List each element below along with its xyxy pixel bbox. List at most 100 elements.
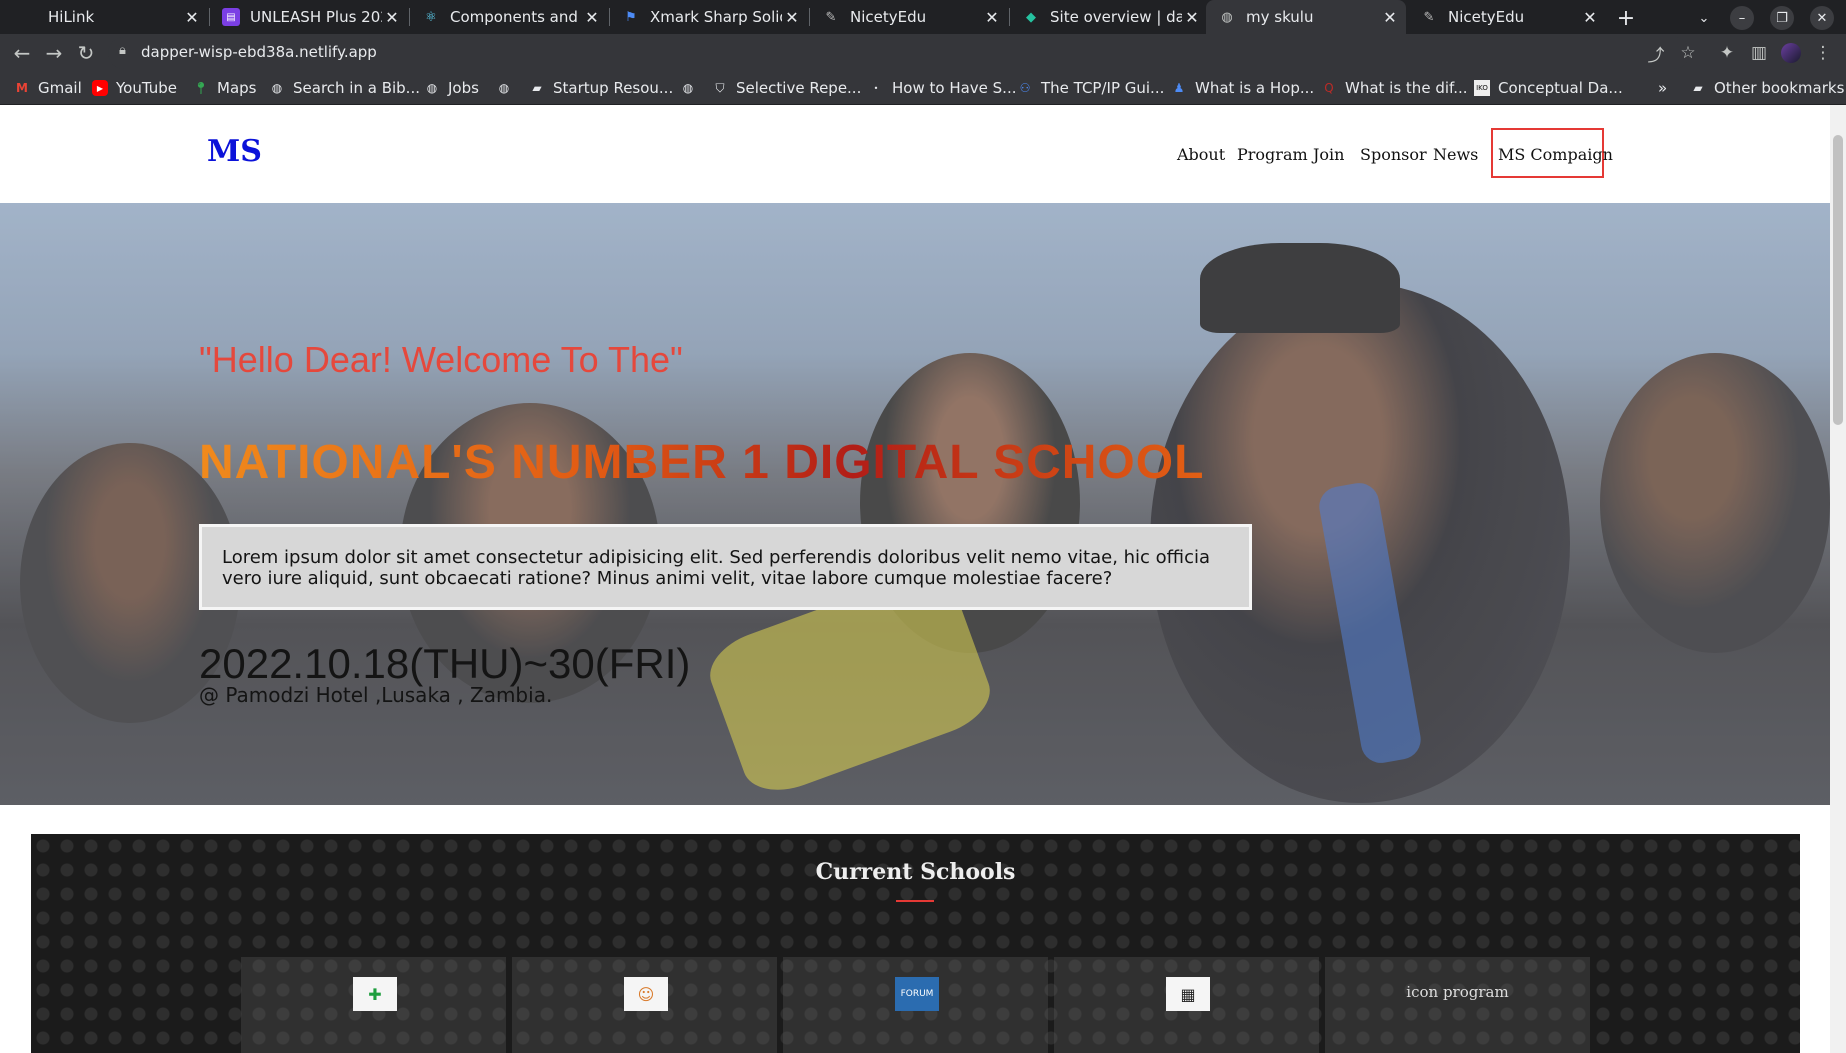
scrollbar-thumb[interactable] (1833, 135, 1843, 425)
forward-icon[interactable]: → (40, 39, 68, 67)
bookmark-item[interactable]: IKO Conceptual Da... (1474, 77, 1623, 99)
browser-tab[interactable]: ▤ UNLEASH Plus 2023 ✕ (210, 0, 408, 34)
menu-icon[interactable]: ⋮ (1810, 40, 1836, 66)
tab-title: HiLink (48, 8, 95, 26)
folder-icon: ▰ (1693, 81, 1703, 95)
avatar[interactable] (1778, 40, 1804, 66)
bookmark-item[interactable]: M Gmail (14, 77, 82, 99)
nav-about[interactable]: About (1177, 145, 1225, 164)
hero-title: NATIONAL'S NUMBER 1 DIGITAL SCHOOL (199, 436, 1205, 489)
url-text[interactable]: dapper-wisp-ebd38a.netlify.app (141, 43, 377, 61)
nav-program[interactable]: Program (1237, 145, 1308, 164)
bookmarks-bar: M Gmail ▶ YouTube 📍︎ Maps ◍ Search in a Bib.… (0, 72, 1846, 105)
browser-tab[interactable]: ✎ NicetyEdu ✕ (1408, 0, 1606, 34)
page-scrollbar[interactable] (1830, 105, 1846, 1053)
tab-title: NicetyEdu (850, 8, 927, 26)
purple-square-icon: ▤ (222, 8, 240, 26)
tab-title: UNLEASH Plus 2023 (250, 8, 382, 26)
quora-icon: Q (1324, 81, 1334, 95)
hero-greeting: "Hello Dear! Welcome To The" (199, 339, 683, 380)
close-icon[interactable]: ✕ (582, 8, 602, 27)
bookmark-label: Other bookmarks (1714, 79, 1845, 97)
nav-join[interactable]: Join (1313, 145, 1344, 164)
netlify-icon: ◆ (1026, 9, 1036, 25)
maps-icon: 📍︎ (193, 81, 209, 95)
close-icon[interactable]: ✕ (1580, 8, 1600, 27)
current-schools-section: Current Schools ✚ ☺ FORUM ▦ icon program (31, 834, 1800, 1053)
bookmark-label: What is a Hop... (1195, 79, 1315, 97)
school-card[interactable]: ▦ (1054, 957, 1319, 1053)
browser-tab[interactable]: ⚛ Components and Pr ✕ (410, 0, 608, 34)
new-tab-icon[interactable]: + (1614, 6, 1638, 31)
quill-icon: ✎ (1423, 9, 1435, 25)
side-panel-icon[interactable]: ▥ (1746, 40, 1772, 66)
bookmark-item[interactable]: ♟ What is a Hop... (1171, 77, 1315, 99)
close-icon[interactable]: ✕ (782, 8, 802, 27)
tab-title: my skulu (1246, 8, 1314, 26)
close-icon[interactable]: ✕ (382, 8, 402, 27)
close-icon[interactable]: ✕ (182, 8, 202, 27)
close-window-icon[interactable]: ✕ (1810, 6, 1834, 30)
bookmark-item[interactable]: ◍ (680, 77, 704, 99)
back-icon[interactable]: ← (8, 39, 36, 67)
bookmark-item[interactable]: ◍ (496, 77, 520, 99)
bookmark-item[interactable]: Q What is the dif... (1321, 77, 1468, 99)
bookmark-item[interactable]: ⚇ The TCP/IP Gui... (1017, 77, 1165, 99)
nav-sponsor[interactable]: Sponsor (1360, 145, 1427, 164)
close-icon[interactable]: ✕ (982, 8, 1002, 27)
bookmark-item[interactable]: 📍︎ Maps (193, 77, 256, 99)
lock-icon: 🔒︎ (119, 43, 126, 58)
bookmark-label: Search in a Bib... (293, 79, 420, 97)
other-bookmarks[interactable]: ▰ Other bookmarks (1690, 77, 1844, 99)
browser-tab[interactable]: ⚑ Xmark Sharp Solid I ✕ (610, 0, 808, 34)
globe-icon: ◍ (1221, 9, 1233, 25)
browser-tab[interactable]: HiLink ✕ (8, 0, 208, 34)
bookmark-item[interactable]: ▰ Startup Resou... (529, 77, 673, 99)
close-icon[interactable]: ✕ (1182, 8, 1202, 27)
bookmark-label: YouTube (116, 79, 177, 97)
bookmark-item[interactable]: ⛉ Selective Repe... (712, 77, 861, 99)
browser-toolbar: ← → ↻ 🔒︎ dapper-wisp-ebd38a.netlify.app … (0, 34, 1846, 72)
hero-venue: @ Pamodzi Hotel ,Lusaka , Zambia. (199, 683, 553, 707)
youtube-icon: ▶ (92, 80, 108, 96)
network-icon: ⚇ (1019, 81, 1031, 95)
hero-section: "Hello Dear! Welcome To The" NATIONAL'S … (0, 203, 1830, 805)
bookmark-label: The TCP/IP Gui... (1041, 79, 1165, 97)
close-icon[interactable]: ✕ (1380, 8, 1400, 27)
browser-tab-active[interactable]: ◍ my skulu ✕ (1206, 0, 1406, 34)
share-icon[interactable]: ⤴ (1643, 40, 1669, 66)
section-title-underline (896, 900, 934, 902)
bookmark-item[interactable]: ◍ Jobs (424, 77, 479, 99)
quill-icon: ✎ (825, 9, 837, 25)
nav-ms-compaign-button[interactable]: MS Compaign (1491, 128, 1613, 178)
hero-description: Lorem ipsum dolor sit amet consectetur a… (222, 547, 1211, 589)
school-card[interactable]: icon program (1325, 957, 1590, 1053)
school-card[interactable]: ☺ (512, 957, 777, 1053)
school-card[interactable]: ✚ (241, 957, 506, 1053)
tab-search-icon[interactable]: ⌄ (1692, 6, 1716, 30)
bookmark-star-icon[interactable]: ☆ (1675, 40, 1701, 66)
extensions-icon[interactable]: ✦ (1714, 40, 1740, 66)
bookmark-label: What is the dif... (1345, 79, 1468, 97)
bookmark-item[interactable]: ▶ YouTube (92, 77, 177, 99)
tab-title: Xmark Sharp Solid I (650, 8, 782, 26)
site-logo[interactable]: MS (207, 134, 262, 169)
browser-tab[interactable]: ✎ NicetyEdu ✕ (810, 0, 1008, 34)
more-bookmarks-icon[interactable]: » (1658, 77, 1667, 99)
nav-news[interactable]: News (1433, 145, 1478, 164)
bookmark-label: Startup Resou... (553, 79, 674, 97)
section-title: Current Schools (815, 859, 1016, 885)
react-icon: ⚛ (425, 9, 437, 25)
gmail-icon: M (16, 81, 28, 95)
reload-icon[interactable]: ↻ (72, 39, 100, 67)
minimize-icon[interactable]: – (1730, 6, 1754, 30)
bookmark-item[interactable]: ◍ Search in a Bib... (269, 77, 420, 99)
browser-tab[interactable]: ◆ Site overview | dapp ✕ (1010, 0, 1208, 34)
bookmark-item[interactable]: • How to Have S... (868, 77, 1017, 99)
nav-cta-label: MS Compaign (1498, 145, 1613, 164)
tab-title: NicetyEdu (1448, 8, 1525, 26)
forum-icon: FORUM (895, 977, 939, 1011)
hero-date: 2022.10.18(THU)~30(FRI) (199, 640, 691, 687)
restore-icon[interactable]: ❐ (1770, 6, 1794, 30)
school-card[interactable]: FORUM (783, 957, 1048, 1053)
